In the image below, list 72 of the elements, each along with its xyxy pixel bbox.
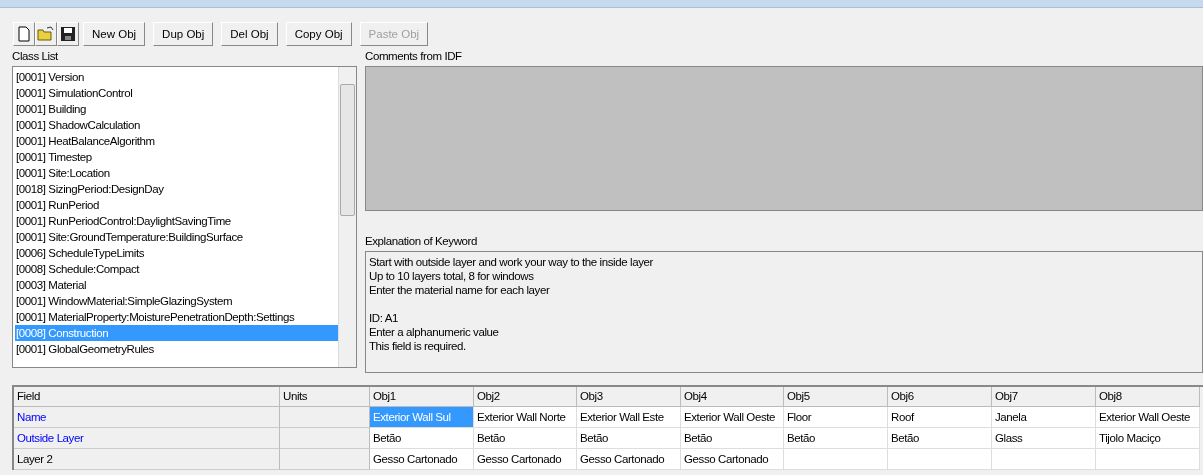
value-cell[interactable]: Exterior Wall Oeste: [681, 407, 784, 428]
class-list-label: Class List: [12, 49, 59, 64]
explanation-line: This field is required.: [369, 339, 467, 353]
column-header: Obj8: [1096, 387, 1200, 407]
class-list-item[interactable]: [0001] Version: [15, 69, 338, 85]
field-name: Name: [14, 407, 280, 428]
value-cell[interactable]: Exterior Wall Este: [577, 407, 681, 428]
value-cell[interactable]: Gesso Cartonado: [681, 449, 784, 470]
value-cell[interactable]: Exterior Wall Oeste: [1096, 407, 1200, 428]
value-cell[interactable]: Betão: [888, 428, 992, 449]
class-list-item[interactable]: [0008] Schedule:Compact: [15, 261, 338, 277]
value-cell[interactable]: Betão: [577, 428, 681, 449]
class-list-item[interactable]: [0001] ShadowCalculation: [15, 117, 338, 133]
column-header: Units: [280, 387, 370, 407]
column-header: Obj4: [681, 387, 784, 407]
value-cell[interactable]: Betão: [474, 428, 577, 449]
explanation-label: Explanation of Keyword: [365, 234, 479, 249]
value-cell[interactable]: Janela: [992, 407, 1096, 428]
value-cell[interactable]: Gesso Cartonado: [370, 449, 474, 470]
toolbar-button[interactable]: Dup Obj: [153, 22, 214, 46]
value-cell[interactable]: Gesso Cartonado: [577, 449, 681, 470]
column-header: Obj5: [784, 387, 888, 407]
value-cell[interactable]: Roof: [888, 407, 992, 428]
class-list-item[interactable]: [0001] MaterialProperty:MoisturePenetrationDepth:Settings: [15, 309, 338, 325]
field-name: Layer 2: [14, 449, 280, 470]
column-header: Field: [14, 387, 280, 407]
comments-field[interactable]: [365, 66, 1203, 211]
explanation-line: ID: A1: [369, 311, 399, 325]
value-cell[interactable]: Glass: [992, 428, 1096, 449]
comments-label: Comments from IDF: [365, 49, 463, 64]
class-list-item[interactable]: [0001] Site:Location: [15, 165, 338, 181]
value-cell[interactable]: Gesso Cartonado: [474, 449, 577, 470]
value-cell[interactable]: Floor: [784, 407, 888, 428]
column-header: Obj6: [888, 387, 992, 407]
explanation-line: Enter the material name for each layer: [369, 283, 551, 297]
column-header: Obj2: [474, 387, 577, 407]
value-cell[interactable]: [1096, 449, 1200, 470]
value-cell[interactable]: Exterior Wall Norte: [474, 407, 577, 428]
column-header: Obj3: [577, 387, 681, 407]
blank-page-icon: [18, 26, 30, 42]
value-cell[interactable]: Betão: [681, 428, 784, 449]
scrollbar[interactable]: [338, 67, 356, 367]
column-header: Obj7: [992, 387, 1096, 407]
class-list-item[interactable]: [0001] SimulationControl: [15, 85, 338, 101]
class-list-item[interactable]: [0001] RunPeriodControl:DaylightSavingTime: [15, 213, 338, 229]
toolbar-button[interactable]: Copy Obj: [285, 22, 352, 46]
class-list-item[interactable]: [0001] Site:GroundTemperature:BuildingSurface: [15, 229, 338, 245]
explanation-line: Up to 10 layers total, 8 for windows: [369, 269, 535, 283]
column-header: Obj1: [370, 387, 474, 407]
class-list-item[interactable]: [0001] Building: [15, 101, 338, 117]
class-list-item[interactable]: [0001] Timestep: [15, 149, 338, 165]
class-list-item[interactable]: [0001] HeatBalanceAlgorithm: [15, 133, 338, 149]
toolbar-button[interactable]: Del Obj: [221, 22, 278, 46]
class-list-item[interactable]: [0018] SizingPeriod:DesignDay: [15, 181, 338, 197]
toolbar-button[interactable]: New Obj: [83, 22, 146, 46]
class-list-item[interactable]: [0001] GlobalGeometryRules: [15, 341, 338, 357]
value-cell[interactable]: [992, 449, 1096, 470]
value-cell[interactable]: Tijolo Maciço: [1096, 428, 1200, 449]
class-list-item[interactable]: [0006] ScheduleTypeLimits: [15, 245, 338, 261]
value-cell[interactable]: Betão: [784, 428, 888, 449]
value-cell[interactable]: Betão: [370, 428, 474, 449]
explanation-line: Enter a alphanumeric value: [369, 325, 500, 339]
value-cell[interactable]: [784, 449, 888, 470]
scrollbar-thumb[interactable]: [340, 84, 355, 216]
class-list-item[interactable]: [0003] Material: [15, 277, 338, 293]
toolbar-button[interactable]: [57, 22, 79, 46]
class-list-item[interactable]: [0001] WindowMaterial:SimpleGlazingSystem: [15, 293, 338, 309]
class-list-item[interactable]: [0001] RunPeriod: [15, 197, 338, 213]
value-cell[interactable]: [888, 449, 992, 470]
field-name: Outside Layer: [14, 428, 280, 449]
folder-icon: [37, 26, 55, 42]
explanation-line: Start with outside layer and work your way to the inside layer: [369, 255, 654, 269]
